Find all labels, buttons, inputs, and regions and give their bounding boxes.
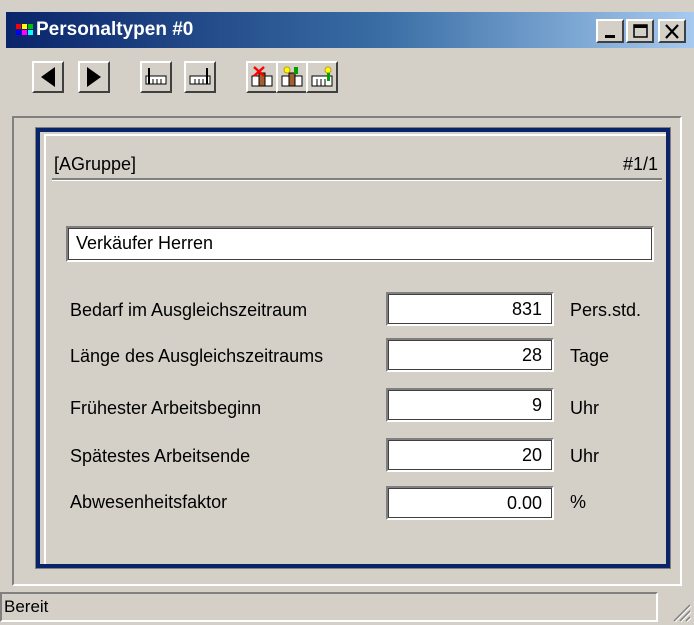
period-length-unit: Tage <box>570 346 610 366</box>
record-panel: [AGruppe] #1/1 Verkäufer Herren Bedarf i… <box>35 127 671 569</box>
copy-record-button[interactable] <box>276 61 308 93</box>
panel-inner: [AGruppe] #1/1 Verkäufer Herren Bedarf i… <box>44 134 666 564</box>
demand-unit: Pers.std. <box>570 300 642 320</box>
first-record-button[interactable] <box>140 61 172 93</box>
maximize-icon <box>633 24 648 38</box>
minimize-icon <box>605 35 615 38</box>
earliest-start-label: Frühester Arbeitsbeginn <box>70 398 262 418</box>
demand-label: Bedarf im Ausgleichszeitraum <box>70 300 308 320</box>
latest-end-field[interactable]: 20 <box>386 438 554 472</box>
record-counter: #1/1 <box>622 154 658 174</box>
period-length-label: Länge des Ausgleichszeitraums <box>70 346 324 366</box>
absence-factor-label: Abwesenheitsfaktor <box>70 492 228 512</box>
group-label: [AGruppe] <box>54 154 137 174</box>
close-button[interactable] <box>658 19 686 43</box>
absence-factor-unit: % <box>570 492 587 512</box>
period-length-field[interactable]: 28 <box>386 338 554 372</box>
record-first-icon <box>145 68 167 85</box>
absence-factor-field[interactable]: 0.00 <box>386 486 554 520</box>
delete-record-icon <box>251 66 273 87</box>
record-last-icon <box>189 68 211 85</box>
previous-record-button[interactable] <box>32 61 64 93</box>
title-bar[interactable]: Personaltypen #0 <box>6 12 694 48</box>
earliest-start-field[interactable]: 9 <box>386 388 554 422</box>
arrow-right-icon <box>87 67 101 87</box>
new-record-icon <box>311 66 333 87</box>
last-record-button[interactable] <box>184 61 216 93</box>
status-bar: Bereit <box>0 590 694 625</box>
latest-end-unit: Uhr <box>570 446 600 466</box>
app-icon <box>16 22 34 38</box>
app-window: Personaltypen #0 [AGruppe] #1/1 Verkäufe… <box>0 0 694 625</box>
status-text: Bereit <box>0 592 658 622</box>
delete-record-button[interactable] <box>246 61 278 93</box>
toolbar <box>6 52 694 108</box>
latest-end-label: Spätestes Arbeitsende <box>70 446 251 466</box>
demand-field[interactable]: 831 <box>386 292 554 326</box>
minimize-button[interactable] <box>596 19 624 43</box>
copy-record-icon <box>281 66 303 87</box>
arrow-left-icon <box>41 67 55 87</box>
resize-grip-icon[interactable] <box>670 601 692 623</box>
window-title: Personaltypen #0 <box>36 19 194 40</box>
panel-header: [AGruppe] #1/1 <box>52 150 662 180</box>
next-record-button[interactable] <box>78 61 110 93</box>
workspace: [AGruppe] #1/1 Verkäufer Herren Bedarf i… <box>12 116 682 586</box>
maximize-button[interactable] <box>626 19 654 43</box>
earliest-start-unit: Uhr <box>570 398 600 418</box>
new-record-button[interactable] <box>306 61 338 93</box>
close-icon <box>665 24 679 39</box>
name-field[interactable]: Verkäufer Herren <box>66 226 654 262</box>
